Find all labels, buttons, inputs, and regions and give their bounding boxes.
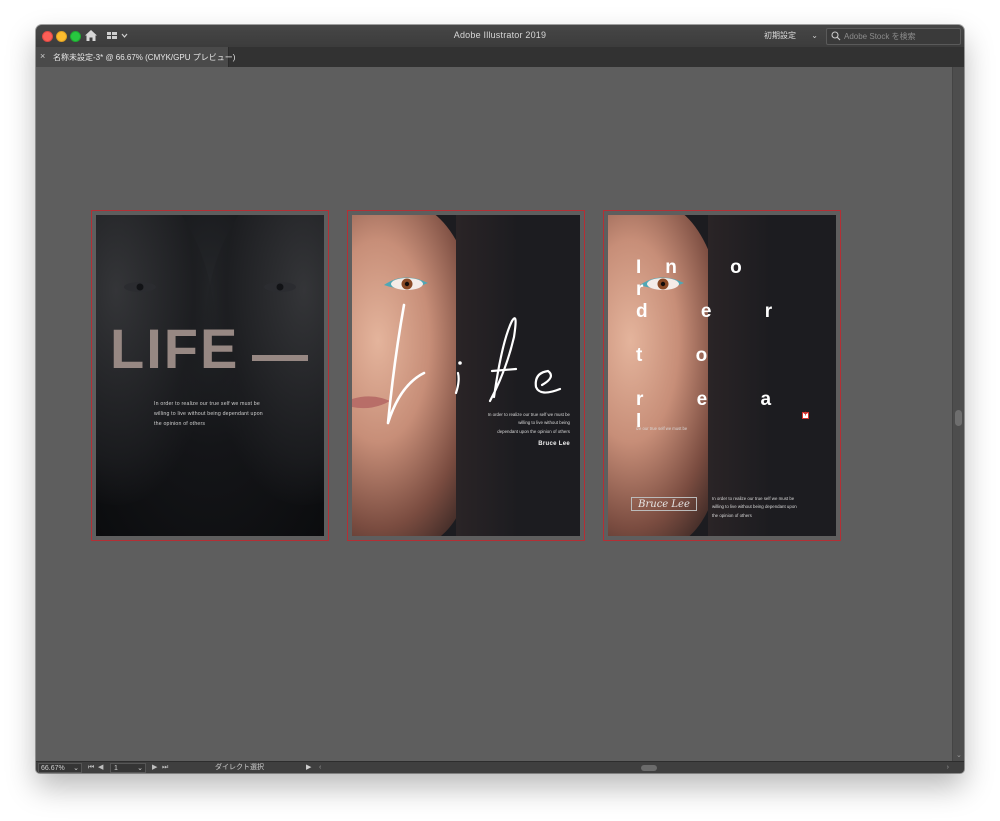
zoom-level-dropdown[interactable]: 66.67% ⌄	[38, 763, 82, 773]
last-artboard-icon[interactable]: ⏭	[162, 763, 168, 773]
poster-author: Bruce Lee	[538, 441, 570, 447]
chevron-down-icon: ⌄	[811, 31, 818, 40]
poster-quote: In order to realize our true self we mus…	[154, 399, 284, 429]
quote-line: the opinion of others	[154, 421, 206, 427]
quote-line: willing to live without being dependant …	[712, 504, 797, 510]
quote-line: In order to realize our true self we mus…	[712, 496, 795, 501]
quote-line: willing to live without being	[518, 420, 570, 426]
horizontal-scroll-thumb[interactable]	[641, 765, 657, 771]
current-tool-label: ダイレクト選択	[215, 764, 264, 771]
headline-line: t o	[636, 345, 732, 366]
previous-artboard-icon[interactable]: ◀	[98, 763, 103, 773]
quote-line: willing to live without being dependant …	[154, 411, 263, 417]
chevron-down-icon: ⌄	[137, 765, 143, 772]
artboard-number-field[interactable]: 1 ⌄	[110, 763, 146, 773]
scroll-down-icon[interactable]: ⌄	[956, 751, 962, 759]
next-artboard-icon[interactable]: ▶	[152, 763, 157, 773]
vertical-scrollbar[interactable]: ⌄	[952, 67, 964, 761]
status-menu-icon[interactable]: ▶	[306, 763, 311, 773]
poster-life-script: In order to realize our true self we mus…	[352, 215, 580, 536]
artboard-3[interactable]: In o r d e r t o r e a l ize our true se…	[603, 210, 841, 541]
eyes-image	[124, 282, 296, 292]
quote-line: the opinion of others	[712, 512, 752, 518]
stock-search-field[interactable]	[826, 28, 961, 45]
poster-heading: LIFE	[110, 317, 240, 380]
app-window: Adobe Illustrator 2019 初期設定 ⌄ × 名称未設定-3*…	[36, 25, 964, 773]
horizontal-scrollbar[interactable]: ‹ ›	[319, 764, 949, 772]
scroll-right-icon[interactable]: ›	[947, 764, 949, 772]
scroll-left-icon[interactable]: ‹	[319, 764, 321, 772]
status-bar: 66.67% ⌄ ⏮ ◀ 1 ⌄ ▶ ⏭ ダイレクト選択 ▶ ‹ ›	[36, 761, 964, 773]
signature-text: Bruce Lee	[638, 499, 690, 510]
text-overflow-icon[interactable]	[802, 411, 809, 419]
artboard-number-value: 1	[114, 765, 118, 772]
quote-line: dependant upon the opinion of others	[497, 428, 570, 434]
stock-search-input[interactable]	[844, 29, 956, 44]
document-tab-bar: × 名称未設定-3* @ 66.67% (CMYK/GPU プレビュー)	[36, 47, 964, 68]
overflow-text: ize our true self we must be	[636, 426, 688, 431]
poster-in-order-to-real: In o r d e r t o r e a l ize our true se…	[608, 215, 836, 536]
quote-line: In order to realize our true self we mus…	[487, 412, 570, 417]
zoom-level-value: 66.67%	[41, 765, 65, 772]
document-tab-title: 名称未設定-3* @ 66.67% (CMYK/GPU プレビュー)	[53, 53, 236, 62]
quote-line: In order to realize our true self we mus…	[154, 401, 260, 407]
signature-box: Bruce Lee	[631, 497, 697, 511]
poster-quote: In order to realize our true self we mus…	[450, 411, 570, 436]
close-tab-icon[interactable]: ×	[40, 51, 45, 61]
workspace-preset-dropdown[interactable]: 初期設定 ⌄	[764, 28, 818, 44]
eye-image	[384, 277, 428, 290]
headline-line: In o r	[636, 257, 766, 300]
poster-life-block: LIFE In order to realize our true self w…	[96, 215, 324, 536]
workspace-preset-label: 初期設定	[764, 31, 796, 40]
headline-line: d e r	[636, 301, 797, 322]
search-icon	[831, 31, 841, 41]
artboard-1[interactable]: LIFE In order to realize our true self w…	[91, 210, 329, 541]
vertical-scroll-thumb[interactable]	[955, 410, 962, 426]
canvas-area[interactable]: LIFE In order to realize our true self w…	[36, 67, 952, 761]
window-title: Adobe Illustrator 2019	[453, 30, 547, 40]
chevron-down-icon: ⌄	[73, 765, 79, 772]
title-bar: Adobe Illustrator 2019 初期設定 ⌄	[36, 25, 964, 48]
poster-quote: In order to realize our true self we mus…	[712, 495, 822, 520]
document-tab[interactable]: × 名称未設定-3* @ 66.67% (CMYK/GPU プレビュー)	[36, 47, 235, 67]
heading-bar	[252, 355, 308, 361]
first-artboard-icon[interactable]: ⏮	[88, 763, 94, 773]
artboard-2[interactable]: In order to realize our true self we mus…	[347, 210, 585, 541]
